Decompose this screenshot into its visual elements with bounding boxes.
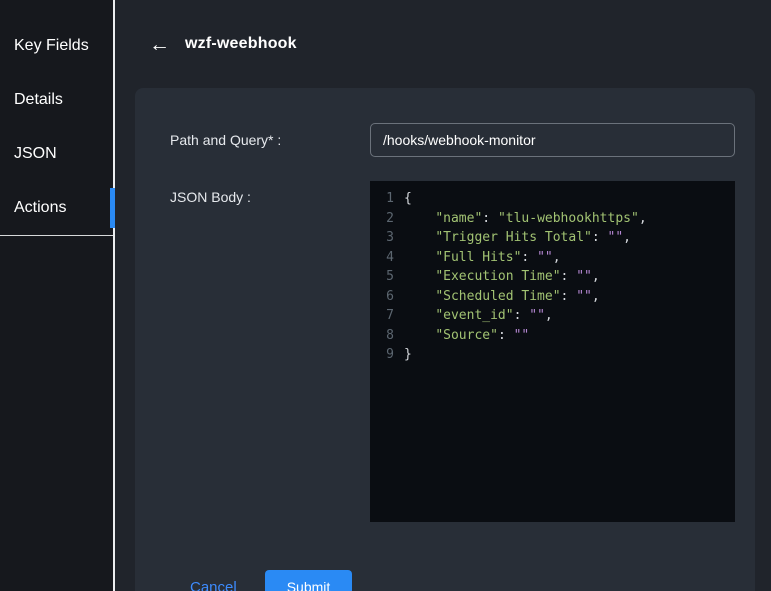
line-number: 3 (376, 228, 394, 248)
code-line: 1{ (376, 189, 729, 209)
line-number: 7 (376, 306, 394, 326)
sidebar-item-actions[interactable]: Actions (0, 181, 113, 235)
line-number: 5 (376, 267, 394, 287)
path-query-row: Path and Query* : (170, 123, 735, 157)
actions-row: Cancel Submit (170, 558, 735, 591)
page-header: ← wzf-weebhook (115, 0, 771, 88)
line-number: 2 (376, 209, 394, 229)
json-editor[interactable]: 1{2 "name": "tlu-webhookhttps",3 "Trigge… (370, 181, 735, 522)
code-line: 5 "Execution Time": "", (376, 267, 729, 287)
sidebar-item-details[interactable]: Details (0, 73, 113, 127)
code-line: 2 "name": "tlu-webhookhttps", (376, 209, 729, 229)
path-query-label: Path and Query* : (170, 132, 370, 148)
code-line: 7 "event_id": "", (376, 306, 729, 326)
line-number: 8 (376, 326, 394, 346)
code-line: 4 "Full Hits": "", (376, 248, 729, 268)
sidebar-item-key-fields[interactable]: Key Fields (0, 19, 113, 73)
json-body-row: JSON Body : 1{2 "name": "tlu-webhookhttp… (170, 181, 735, 522)
cancel-button[interactable]: Cancel (190, 579, 237, 591)
line-number: 6 (376, 287, 394, 307)
code-line: 3 "Trigger Hits Total": "", (376, 228, 729, 248)
code-line: 8 "Source": "" (376, 326, 729, 346)
page-title: wzf-weebhook (185, 35, 297, 53)
sidebar: Key FieldsDetailsJSONActions (0, 0, 115, 591)
code-line: 6 "Scheduled Time": "", (376, 287, 729, 307)
main-content: ← wzf-weebhook Path and Query* : JSON Bo… (115, 0, 771, 591)
json-body-label: JSON Body : (170, 181, 370, 205)
sidebar-nav: Key FieldsDetailsJSONActions (0, 0, 113, 235)
sidebar-item-json[interactable]: JSON (0, 127, 113, 181)
form-card: Path and Query* : JSON Body : 1{2 "name"… (135, 88, 755, 591)
line-number: 9 (376, 345, 394, 365)
line-number: 1 (376, 189, 394, 209)
submit-button[interactable]: Submit (265, 570, 353, 591)
path-query-input[interactable] (370, 123, 735, 157)
sidebar-divider (0, 235, 113, 236)
line-number: 4 (376, 248, 394, 268)
code-line: 9} (376, 345, 729, 365)
back-icon[interactable]: ← (149, 34, 170, 55)
